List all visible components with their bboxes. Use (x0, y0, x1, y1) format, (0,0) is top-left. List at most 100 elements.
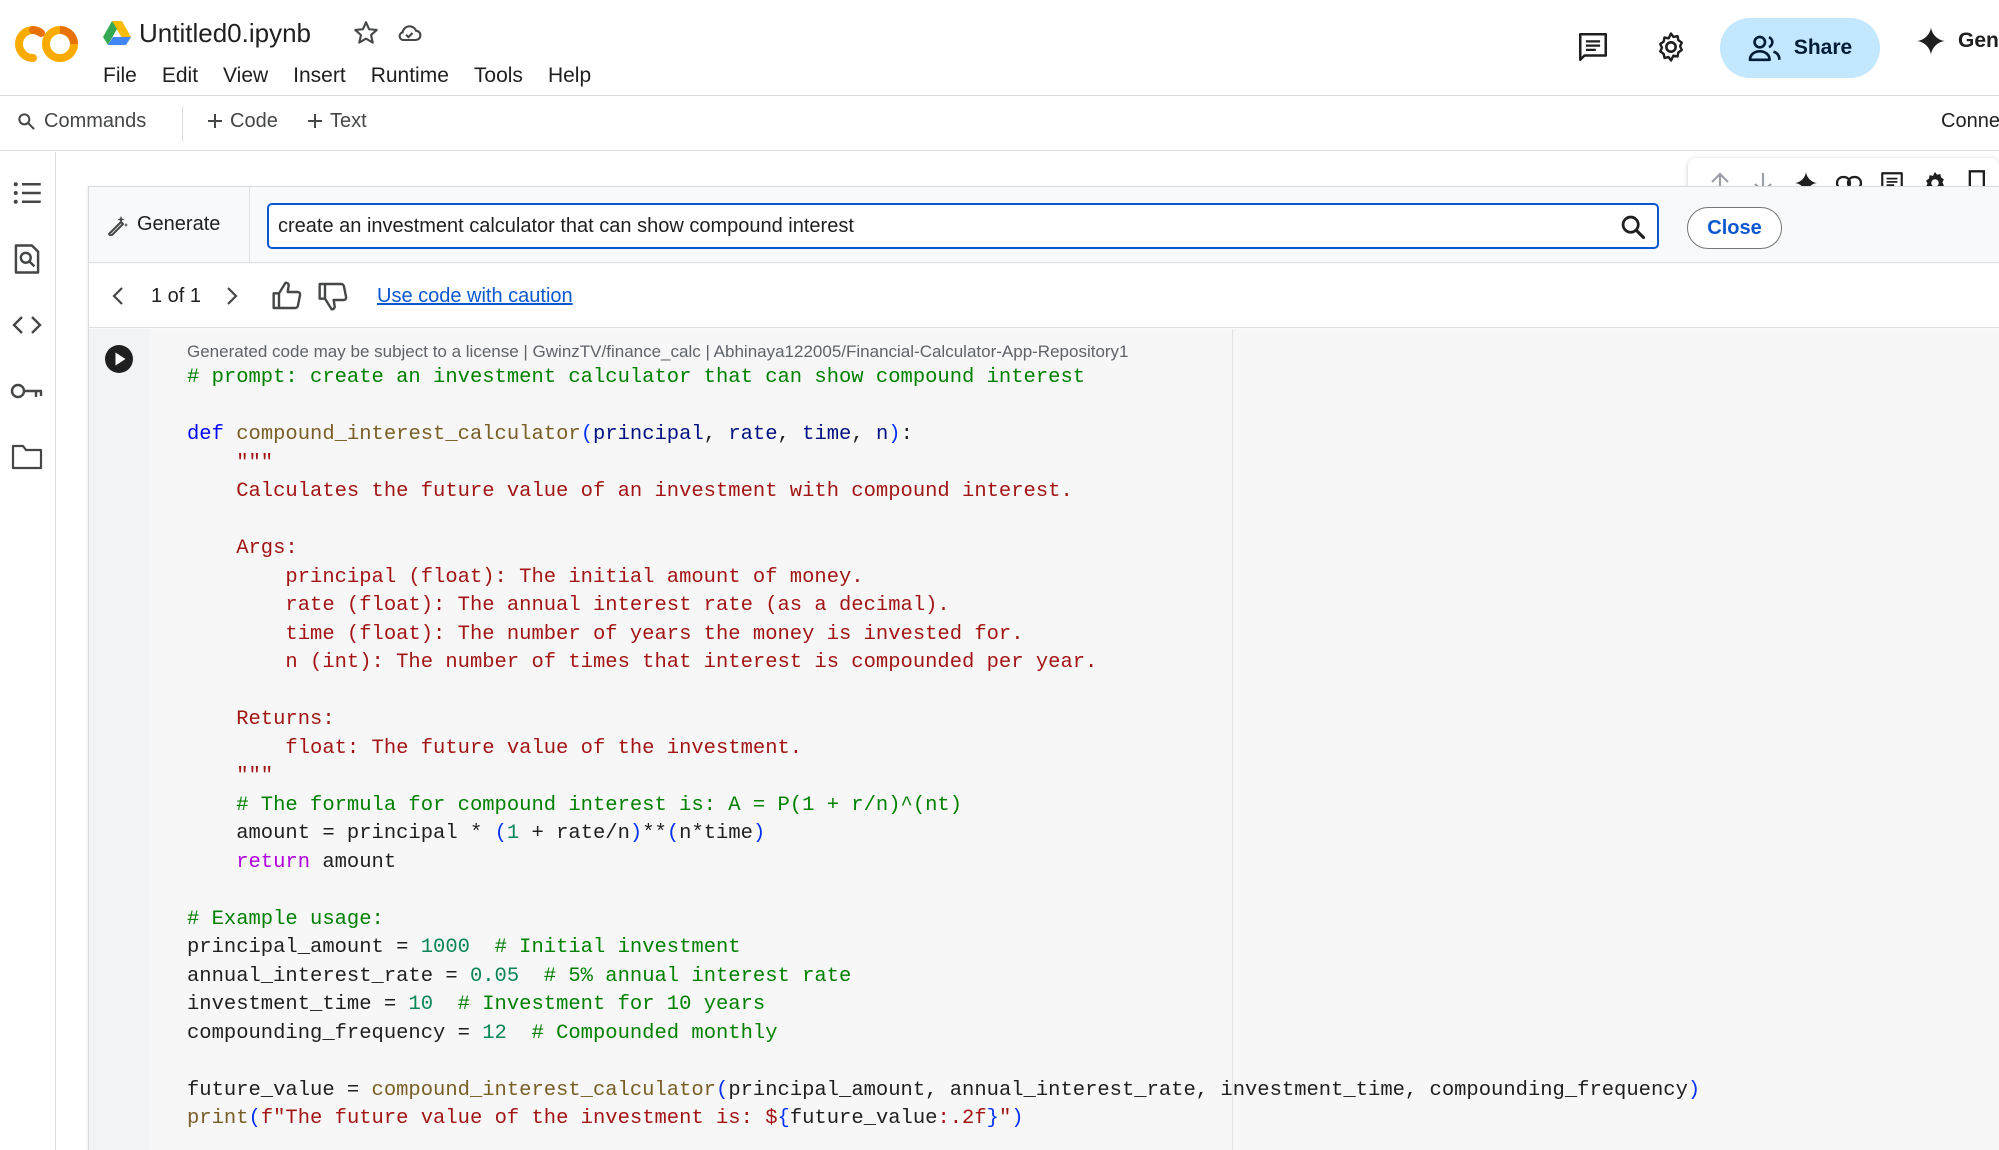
add-text-button[interactable]: Text (306, 109, 367, 133)
suggestion-count: 1 of 1 (151, 285, 202, 307)
gemini-label: Gen (1958, 29, 1999, 52)
prompt-input[interactable] (267, 203, 1659, 249)
commands-label: Commands (44, 110, 147, 132)
use-code-with-caution-link[interactable]: Use code with caution (377, 284, 573, 308)
code-token: 1000 (420, 936, 470, 959)
code-token: # Example usage: (187, 907, 384, 931)
code-line: Calculates the future value of an invest… (187, 478, 1700, 507)
find-icon[interactable] (10, 242, 44, 276)
menu-tools[interactable]: Tools (474, 60, 523, 92)
code-line: # Example usage: (187, 906, 1700, 935)
code-token: investment_time = (187, 993, 409, 1016)
generate-row: Generate Close (89, 187, 1999, 263)
code-line: amount = principal * (1 + rate/n)**(n*ti… (187, 820, 1700, 849)
code-token: Returns: (187, 708, 335, 731)
comments-button[interactable] (1572, 26, 1614, 68)
chevron-left-icon[interactable] (107, 284, 131, 308)
star-icon[interactable] (352, 19, 380, 47)
plus-icon (206, 112, 224, 130)
people-icon (1748, 33, 1782, 63)
code-line: # The formula for compound interest is: … (187, 792, 1700, 821)
code-token: ( (716, 1078, 729, 1102)
connect-button[interactable]: Conne (1941, 109, 1999, 133)
code-block[interactable]: # prompt: create an investment calculato… (187, 364, 1700, 1134)
code-token: principal (593, 423, 704, 446)
notebook-title[interactable]: Untitled0.ipynb (139, 16, 311, 50)
add-code-label: Code (230, 110, 278, 132)
code-token: compound_interest_calculator (236, 423, 581, 446)
code-token: Calculates the future value of an invest… (187, 480, 1073, 503)
drive-icon[interactable] (103, 20, 131, 46)
menu-edit[interactable]: Edit (162, 60, 198, 92)
generate-separator (249, 187, 250, 263)
share-label: Share (1793, 36, 1853, 59)
code-token: """ (187, 765, 274, 788)
code-token: # The formula for compound interest is: … (187, 793, 963, 817)
code-token: # 5% annual interest rate (519, 964, 852, 988)
folder-icon[interactable] (10, 440, 44, 474)
menu-runtime[interactable]: Runtime (371, 60, 449, 92)
plus-icon (306, 112, 324, 130)
code-token: future_value (789, 1107, 938, 1130)
chevron-right-icon[interactable] (219, 284, 243, 308)
code-token: float: The future value of the investmen… (187, 736, 803, 760)
close-button[interactable]: Close (1687, 207, 1782, 249)
code-token: """ (187, 451, 274, 475)
code-token: ** (642, 822, 667, 845)
thumb-up-icon[interactable] (271, 280, 303, 312)
gemini-button[interactable]: Gen (1916, 26, 1999, 56)
settings-button[interactable] (1650, 26, 1692, 68)
cloud-icon[interactable] (394, 19, 424, 47)
code-line: principal_amount = 1000 # Initial invest… (187, 934, 1700, 963)
code-token: ) (629, 822, 643, 845)
menu-bar: File Edit View Insert Runtime Tools Help (103, 60, 616, 92)
commands-button[interactable]: Commands (16, 109, 146, 133)
code-token: 1 (506, 822, 520, 845)
code-token: 12 (482, 1021, 507, 1045)
code-line: float: The future value of the investmen… (187, 735, 1700, 764)
search-icon[interactable] (1619, 213, 1647, 241)
code-token: principal (float): The initial amount of… (187, 565, 864, 589)
code-line: annual_interest_rate = 0.05 # 5% annual … (187, 963, 1700, 992)
code-token: amount = principal * (187, 822, 495, 845)
code-line: compounding_frequency = 12 # Compounded … (187, 1020, 1700, 1049)
code-token: # prompt: create an investment calculato… (187, 366, 1086, 389)
code-token: time (802, 423, 852, 446)
gear-icon (1654, 30, 1688, 64)
sparkle-icon (1916, 26, 1946, 56)
play-icon (103, 343, 135, 375)
code-token: ( (494, 822, 507, 845)
toc-icon[interactable] (10, 176, 44, 210)
key-icon[interactable] (10, 374, 44, 408)
menu-help[interactable]: Help (548, 60, 591, 92)
code-line: n (int): The number of times that intere… (187, 649, 1700, 678)
generate-button[interactable]: Generate (107, 213, 220, 236)
code-token: principal_amount = (187, 936, 421, 959)
code-token: rate (float): The annual interest rate (… (187, 594, 950, 617)
code-token: future_value = (187, 1078, 372, 1102)
code-token: , (777, 423, 803, 446)
comment-icon (1576, 30, 1610, 64)
code-token: ) (752, 822, 766, 845)
colab-logo-icon[interactable] (14, 24, 80, 64)
menu-file[interactable]: File (103, 60, 137, 92)
add-code-button[interactable]: Code (206, 109, 278, 133)
code-line: Args: (187, 535, 1700, 564)
code-token: :.2f (937, 1107, 987, 1130)
menu-insert[interactable]: Insert (293, 60, 346, 92)
thumb-down-icon[interactable] (317, 280, 349, 312)
code-line: investment_time = 10 # Investment for 10… (187, 991, 1700, 1020)
code-token: ) (888, 423, 901, 446)
pencil-sparkle-icon (107, 214, 129, 236)
cell-gutter (89, 329, 149, 1150)
code-token: ( (666, 822, 680, 845)
code-brackets-icon[interactable] (10, 308, 44, 342)
code-token: " (998, 1107, 1012, 1130)
code-line: rate (float): The annual interest rate (… (187, 592, 1700, 621)
run-cell-button[interactable] (103, 343, 135, 375)
menu-view[interactable]: View (223, 60, 268, 92)
share-button[interactable]: Share (1720, 18, 1880, 78)
